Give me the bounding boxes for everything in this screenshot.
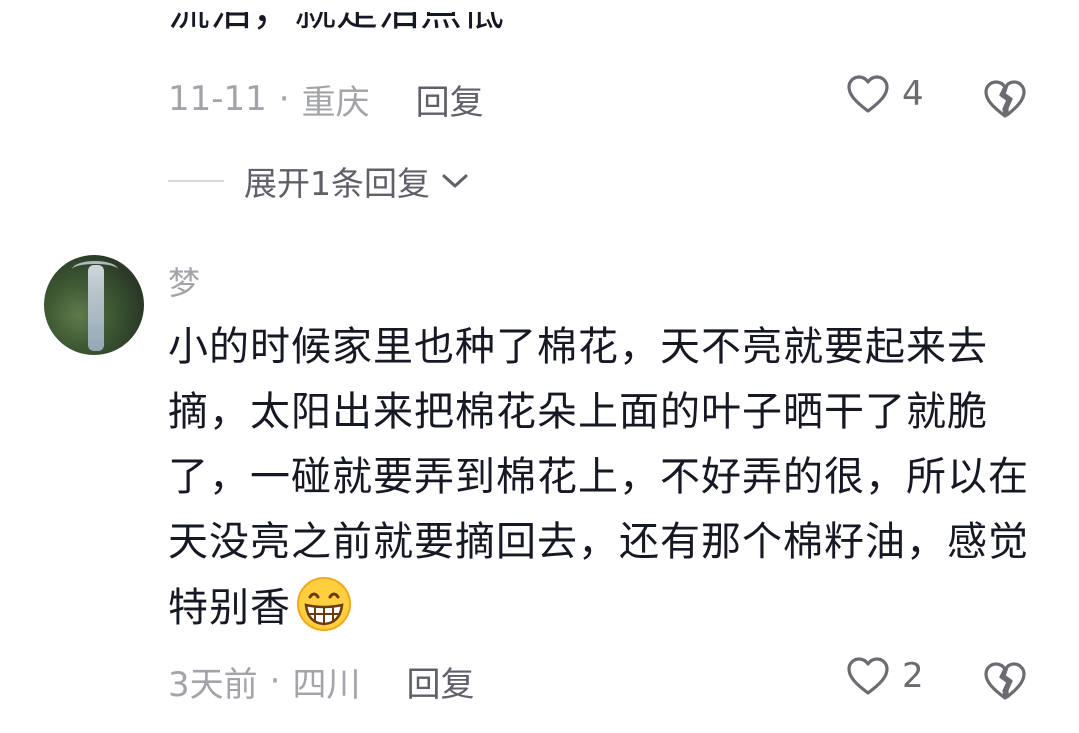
dislike-button[interactable] <box>983 661 1027 705</box>
like-count: 4 <box>902 74 924 114</box>
comment-meta: 3天前 · 四川 回复 <box>168 656 474 706</box>
heart-icon <box>847 75 889 113</box>
broken-heart-icon <box>984 80 1026 118</box>
like-button[interactable]: 4 <box>846 74 924 114</box>
avatar[interactable] <box>44 255 144 355</box>
heart-icon <box>847 657 889 695</box>
dislike-button[interactable] <box>983 79 1027 123</box>
comment-text: 小的时候家里也种了棉花，天不亮就要起来去摘，太阳出来把棉花朵上面的叶子晒干了就脆… <box>168 315 1038 653</box>
chevron-down-icon <box>442 174 468 188</box>
previous-comment-meta: 11-11 · 重庆 回复 <box>168 74 484 124</box>
grinning-face-emoji-icon <box>295 575 353 653</box>
reply-button[interactable]: 回复 <box>416 75 484 124</box>
comment-feed: 流泪，就是泪点低 11-11 · 重庆 回复 4 展开1条回复 梦 小的时候家里… <box>0 0 1079 733</box>
comment-date: 3天前 <box>168 664 258 705</box>
comment-location: 重庆 <box>301 82 370 123</box>
divider-line <box>168 180 224 182</box>
separator-dot: · <box>269 661 281 701</box>
broken-heart-icon <box>984 662 1026 700</box>
like-count: 2 <box>902 656 924 696</box>
separator-dot: · <box>278 79 290 119</box>
comment-username[interactable]: 梦 <box>168 258 200 304</box>
like-button[interactable]: 2 <box>846 656 924 696</box>
comment-date: 11-11 <box>168 79 267 119</box>
comment-location: 四川 <box>292 664 361 705</box>
expand-replies[interactable]: 展开1条回复 <box>168 158 470 204</box>
previous-comment-text: 流泪，就是泪点低 <box>168 12 504 52</box>
expand-replies-label: 展开1条回复 <box>244 164 430 203</box>
reply-button[interactable]: 回复 <box>406 657 474 706</box>
